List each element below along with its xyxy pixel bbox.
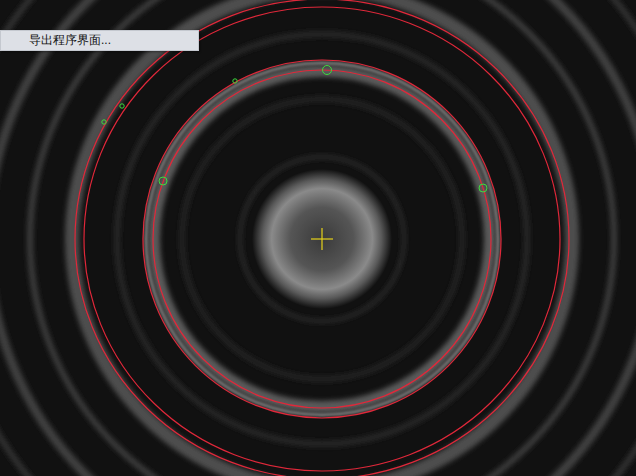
context-menu: 导出程序界面...	[0, 30, 199, 51]
fitted-circles	[75, 0, 569, 476]
menu-item[interactable]: 导出程序界面...	[1, 31, 198, 50]
image-view: 导出程序界面...	[0, 0, 636, 476]
diffraction-rings	[0, 0, 636, 476]
center-crosshair-icon	[311, 228, 333, 250]
edge-points	[102, 66, 487, 193]
ring-image	[0, 0, 636, 476]
